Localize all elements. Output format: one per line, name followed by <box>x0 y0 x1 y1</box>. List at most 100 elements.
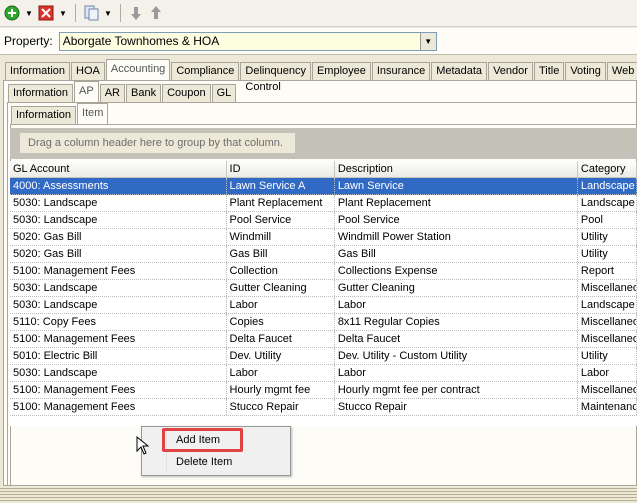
table-row[interactable]: 5100: Management Fees Collection Collectio… <box>10 263 637 280</box>
sub-tab-ar[interactable]: AR <box>99 84 125 102</box>
table-row[interactable]: 5010: Electric Bill Dev. Utility Dev. Util… <box>10 348 637 365</box>
cell-id: Stucco Repair <box>227 399 335 415</box>
table-row[interactable]: 5030: Landscape Labor Labor Labor <box>10 365 637 382</box>
sub-tab-bank[interactable]: Bank <box>126 84 162 102</box>
chevron-down-icon[interactable]: ▼ <box>419 32 436 50</box>
cell-gl-account: 5100: Management Fees <box>10 263 227 279</box>
main-tab-accounting[interactable]: Accounting <box>105 59 171 80</box>
table-row[interactable]: 5100: Management Fees Delta Faucet Delta F… <box>10 331 637 348</box>
cell-id: Lawn Service A <box>227 178 335 194</box>
cell-category: Labor <box>578 365 637 381</box>
cell-category: Utility <box>578 229 637 245</box>
move-down-icon[interactable] <box>128 5 144 21</box>
inner-tab-item[interactable]: Item <box>77 103 109 124</box>
table-row[interactable]: 5110: Copy Fees Copies 8x11 Regular Copies… <box>10 314 637 331</box>
cell-description: Collections Expense <box>335 263 578 279</box>
add-dropdown-icon[interactable]: ▼ <box>24 9 34 18</box>
cell-gl-account: 4000: Assessments <box>10 178 227 194</box>
cell-description: Plant Replacement <box>335 195 578 211</box>
table-row[interactable]: 5030: Landscape Labor Labor Landscape <box>10 297 637 314</box>
group-by-prompt: Drag a column header here to group by th… <box>20 133 295 153</box>
table-row[interactable]: 5030: Landscape Gutter Cleaning Gutter Cle… <box>10 280 637 297</box>
main-tab-vendor[interactable]: Vendor <box>488 62 533 80</box>
cell-gl-account: 5030: Landscape <box>10 280 227 296</box>
inner-tabs: Information Item <box>11 103 109 124</box>
column-header-gl-account[interactable]: GL Account <box>10 161 227 177</box>
main-tab-title[interactable]: Title <box>533 62 565 80</box>
bottom-splitter[interactable] <box>0 486 637 503</box>
table-row[interactable]: 4000: Assessments Lawn Service A Lawn Serv… <box>10 178 637 195</box>
column-header-id[interactable]: ID <box>227 161 335 177</box>
cell-gl-account: 5100: Management Fees <box>10 399 227 415</box>
cell-category: Pool <box>578 212 637 228</box>
cell-gl-account: 5010: Electric Bill <box>10 348 227 364</box>
sub-tab-gl[interactable]: GL <box>211 84 237 102</box>
cell-category: Report <box>578 263 637 279</box>
cell-id: Delta Faucet <box>227 331 335 347</box>
cell-category: Miscellaneous <box>578 314 637 330</box>
main-tab-insurance[interactable]: Insurance <box>371 62 431 80</box>
property-label: Property: <box>4 34 53 48</box>
cell-description: Lawn Service <box>335 178 578 194</box>
cell-description: Labor <box>335 297 578 313</box>
cell-category: Landscape <box>578 178 637 194</box>
column-header-category[interactable]: Category <box>578 161 637 177</box>
inner-tab-information[interactable]: Information <box>11 106 77 124</box>
main-tab-employee[interactable]: Employee <box>311 62 371 80</box>
main-tab-web[interactable]: Web <box>606 62 637 80</box>
cell-description: 8x11 Regular Copies <box>335 314 578 330</box>
table-row[interactable]: 5030: Landscape Plant Replacement Plant Re… <box>10 195 637 212</box>
cell-id: Plant Replacement <box>227 195 335 211</box>
highlight-box <box>162 428 243 452</box>
copy-icon[interactable] <box>83 5 99 21</box>
cell-category: Utility <box>578 246 637 262</box>
main-tab-voting[interactable]: Voting <box>565 62 606 80</box>
mouse-cursor-icon <box>136 436 150 455</box>
property-select[interactable]: Aborgate Townhomes & HOA ▼ <box>58 31 437 51</box>
delete-dropdown-icon[interactable]: ▼ <box>58 9 68 18</box>
main-tab-compliance[interactable]: Compliance <box>171 62 240 80</box>
cell-description: Gas Bill <box>335 246 578 262</box>
column-header-description[interactable]: Description <box>335 161 578 177</box>
delete-icon[interactable] <box>38 5 54 21</box>
cell-category: Miscellaneous <box>578 331 637 347</box>
cell-description: Labor <box>335 365 578 381</box>
group-by-panel[interactable]: Drag a column header here to group by th… <box>10 128 637 159</box>
cell-category: Landscape <box>578 297 637 313</box>
main-tab-information[interactable]: Information <box>5 62 71 80</box>
property-row: Property: Aborgate Townhomes & HOA ▼ <box>0 28 637 55</box>
table-row[interactable]: 5020: Gas Bill Gas Bill Gas Bill Utility <box>10 246 637 263</box>
sub-tab-ap[interactable]: AP <box>74 81 99 102</box>
cell-gl-account: 5020: Gas Bill <box>10 229 227 245</box>
cell-id: Windmill <box>227 229 335 245</box>
cell-id: Hourly mgmt fee <box>227 382 335 398</box>
menu-item-delete-item[interactable]: Delete Item <box>176 456 232 468</box>
table-row[interactable]: 5100: Management Fees Hourly mgmt fee Hour… <box>10 382 637 399</box>
cell-description: Gutter Cleaning <box>335 280 578 296</box>
copy-dropdown-icon[interactable]: ▼ <box>103 9 113 18</box>
sub-tabs: Information AP AR Bank Coupon GL <box>8 81 237 102</box>
property-value: Aborgate Townhomes & HOA <box>62 34 220 48</box>
toolbar: ▼ ▼ ▼ <box>0 0 637 27</box>
divider <box>75 4 76 22</box>
main-tab-delinquency-control[interactable]: Delinquency Control <box>240 62 311 93</box>
cell-gl-account: 5100: Management Fees <box>10 382 227 398</box>
cell-description: Stucco Repair <box>335 399 578 415</box>
cell-id: Labor <box>227 365 335 381</box>
cell-category: Miscellaneous <box>578 280 637 296</box>
main-tab-metadata[interactable]: Metadata <box>431 62 488 80</box>
table-row[interactable]: 5030: Landscape Pool Service Pool Service P… <box>10 212 637 229</box>
table-row[interactable]: 5100: Management Fees Stucco Repair Stucco… <box>10 399 637 416</box>
table-row[interactable]: 5020: Gas Bill Windmill Windmill Power Sta… <box>10 229 637 246</box>
cell-category: Miscellaneous <box>578 382 637 398</box>
move-up-icon[interactable] <box>148 5 164 21</box>
main-tab-hoa[interactable]: HOA <box>71 62 105 80</box>
add-icon[interactable] <box>4 5 20 21</box>
cell-gl-account: 5110: Copy Fees <box>10 314 227 330</box>
cell-category: Maintenance <box>578 399 637 415</box>
cell-gl-account: 5100: Management Fees <box>10 331 227 347</box>
main-tabs: Information HOA Accounting Compliance Delinq… <box>5 59 637 93</box>
sub-tab-coupon[interactable]: Coupon <box>162 84 211 102</box>
sub-tab-information[interactable]: Information <box>8 84 74 102</box>
cell-description: Dev. Utility - Custom Utility <box>335 348 578 364</box>
